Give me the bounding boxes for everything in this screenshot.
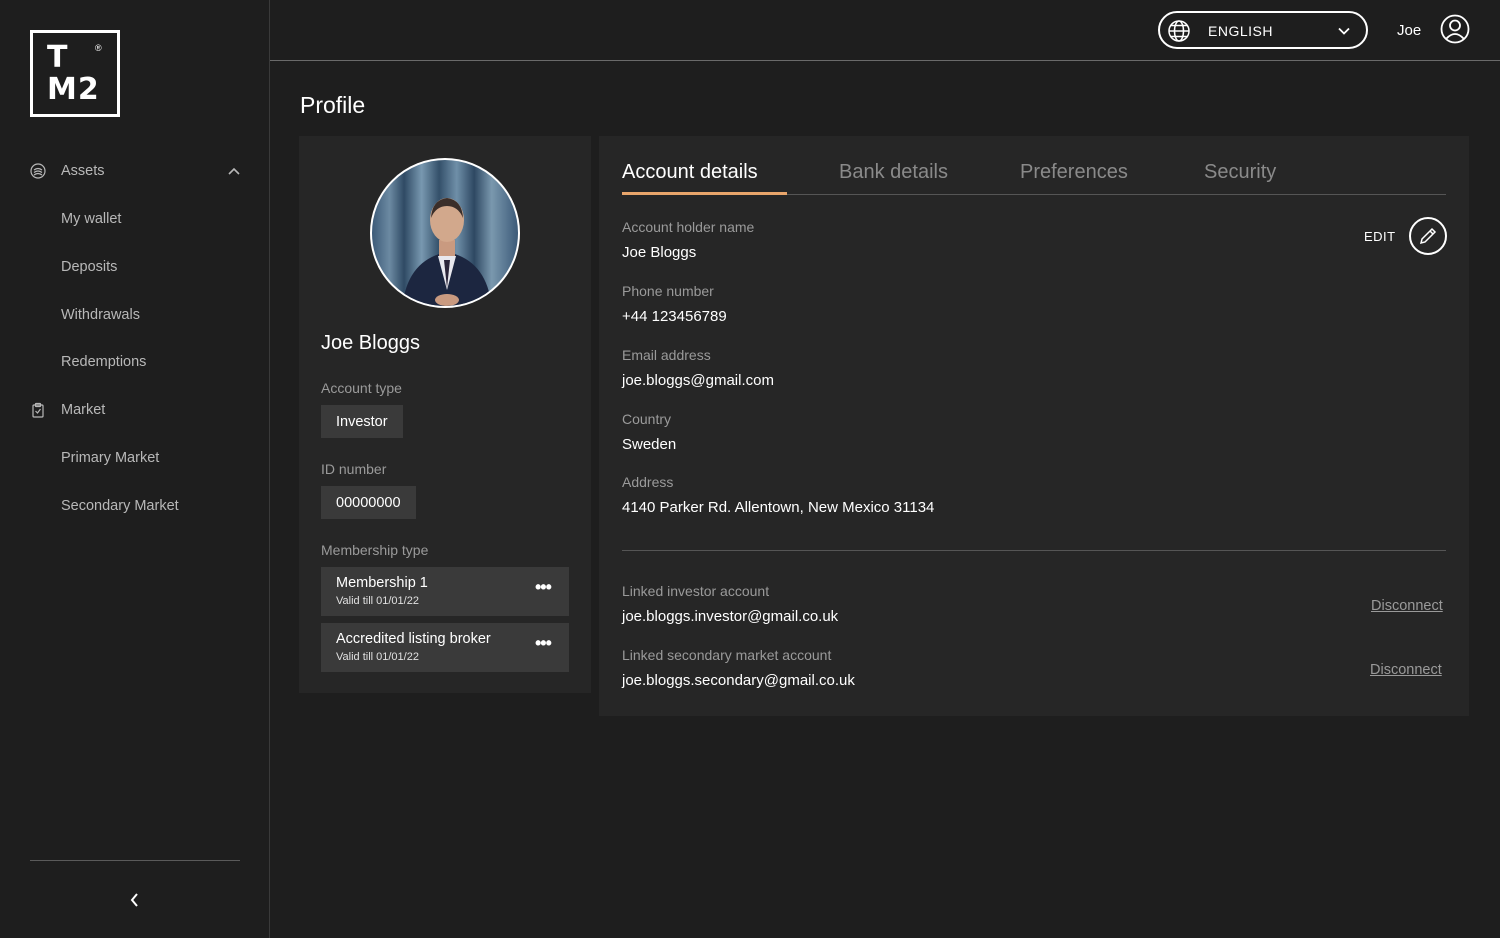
sidebar-item-label: Assets <box>61 163 105 179</box>
user-circle-icon[interactable] <box>1440 14 1470 44</box>
edit-label[interactable]: EDIT <box>1364 229 1396 244</box>
linked-investor-account-label: Linked investor account <box>622 583 770 599</box>
more-options-icon[interactable]: ••• <box>535 633 552 654</box>
sidebar-item-deposits[interactable]: Deposits <box>0 243 270 291</box>
section-divider <box>622 550 1446 551</box>
sidebar-item-label: Redemptions <box>61 354 147 370</box>
avatar <box>370 158 520 308</box>
chevron-down-icon <box>1338 27 1350 35</box>
pencil-icon <box>1419 227 1437 245</box>
tab-bar: Account details Bank details Preferences… <box>622 156 1446 195</box>
membership-type-label: Membership type <box>321 542 429 558</box>
sidebar-item-label: Withdrawals <box>61 307 140 323</box>
linked-investor-account-value: joe.bloggs.investor@gmail.co.uk <box>622 608 839 625</box>
person-photo <box>402 198 492 306</box>
tab-account-details[interactable]: Account details <box>622 161 758 184</box>
tab-preferences[interactable]: Preferences <box>1020 161 1128 184</box>
edit-button[interactable] <box>1409 217 1447 255</box>
sidebar-item-redemptions[interactable]: Redemptions <box>0 338 270 386</box>
phone-number-value: +44 123456789 <box>622 308 727 325</box>
email-address-label: Email address <box>622 347 711 363</box>
sidebar-item-secondary-market[interactable]: Secondary Market <box>0 482 270 530</box>
sidebar-item-assets[interactable]: Assets <box>0 147 270 195</box>
account-details-card: Account details Bank details Preferences… <box>599 136 1469 716</box>
country-label: Country <box>622 411 672 427</box>
account-type-label: Account type <box>321 380 402 396</box>
logo[interactable]: T ® M2 <box>30 30 120 117</box>
linked-secondary-account-value: joe.bloggs.secondary@gmail.co.uk <box>622 672 855 689</box>
membership-card: Membership 1 Valid till 01/01/22 ••• <box>321 567 569 616</box>
id-number-chip: 00000000 <box>321 486 416 519</box>
membership-title: Membership 1 <box>336 575 428 591</box>
tab-bank-details[interactable]: Bank details <box>839 161 948 184</box>
membership-valid-date: Valid till 01/01/22 <box>336 651 419 663</box>
address-label: Address <box>622 474 674 490</box>
language-label: ENGLISH <box>1208 23 1273 39</box>
address-value: 4140 Parker Rd. Allentown, New Mexico 31… <box>622 499 935 516</box>
page-title: Profile <box>300 92 366 118</box>
sidebar-item-label: My wallet <box>61 211 122 227</box>
top-bar: ENGLISH Joe <box>270 0 1500 61</box>
coins-icon <box>30 163 46 179</box>
active-tab-indicator <box>622 192 787 195</box>
chevron-up-icon[interactable] <box>227 164 241 178</box>
membership-title: Accredited listing broker <box>336 631 491 647</box>
id-number-label: ID number <box>321 461 387 477</box>
membership-valid-date: Valid till 01/01/22 <box>336 595 419 607</box>
account-holder-name-value: Joe Bloggs <box>622 244 697 261</box>
sidebar-item-label: Deposits <box>61 259 118 275</box>
sidebar-item-label: Primary Market <box>61 450 160 466</box>
logo-line1: T <box>47 40 68 75</box>
logo-registered-mark: ® <box>95 43 102 53</box>
disconnect-secondary-link[interactable]: Disconnect <box>1370 662 1442 678</box>
profile-name: Joe Bloggs <box>321 332 420 354</box>
sidebar-item-label: Secondary Market <box>61 498 179 514</box>
linked-secondary-account-label: Linked secondary market account <box>622 647 832 663</box>
sidebar: T ® M2 Assets My wallet Deposits Withdra… <box>0 0 270 938</box>
language-select[interactable]: ENGLISH <box>1158 11 1368 49</box>
sidebar-item-market[interactable]: Market <box>0 386 270 434</box>
user-name[interactable]: Joe <box>1397 22 1421 39</box>
tab-security[interactable]: Security <box>1204 161 1276 184</box>
account-holder-name-label: Account holder name <box>622 219 755 235</box>
profile-card: Joe Bloggs Account type Investor ID numb… <box>299 136 591 693</box>
clipboard-icon <box>32 402 44 418</box>
sidebar-divider <box>30 860 240 861</box>
sidebar-item-primary-market[interactable]: Primary Market <box>0 434 270 482</box>
country-value: Sweden <box>622 436 677 453</box>
sidebar-item-my-wallet[interactable]: My wallet <box>0 195 270 243</box>
chevron-left-icon[interactable] <box>125 890 145 910</box>
more-options-icon[interactable]: ••• <box>535 577 552 598</box>
email-address-value: joe.bloggs@gmail.com <box>622 372 774 389</box>
sidebar-item-withdrawals[interactable]: Withdrawals <box>0 291 270 339</box>
disconnect-investor-link[interactable]: Disconnect <box>1371 598 1443 614</box>
account-type-chip: Investor <box>321 405 403 438</box>
membership-card: Accredited listing broker Valid till 01/… <box>321 623 569 672</box>
sidebar-item-label: Market <box>61 402 106 418</box>
phone-number-label: Phone number <box>622 283 714 299</box>
logo-line2: M2 <box>47 72 100 107</box>
globe-icon <box>1168 20 1190 42</box>
